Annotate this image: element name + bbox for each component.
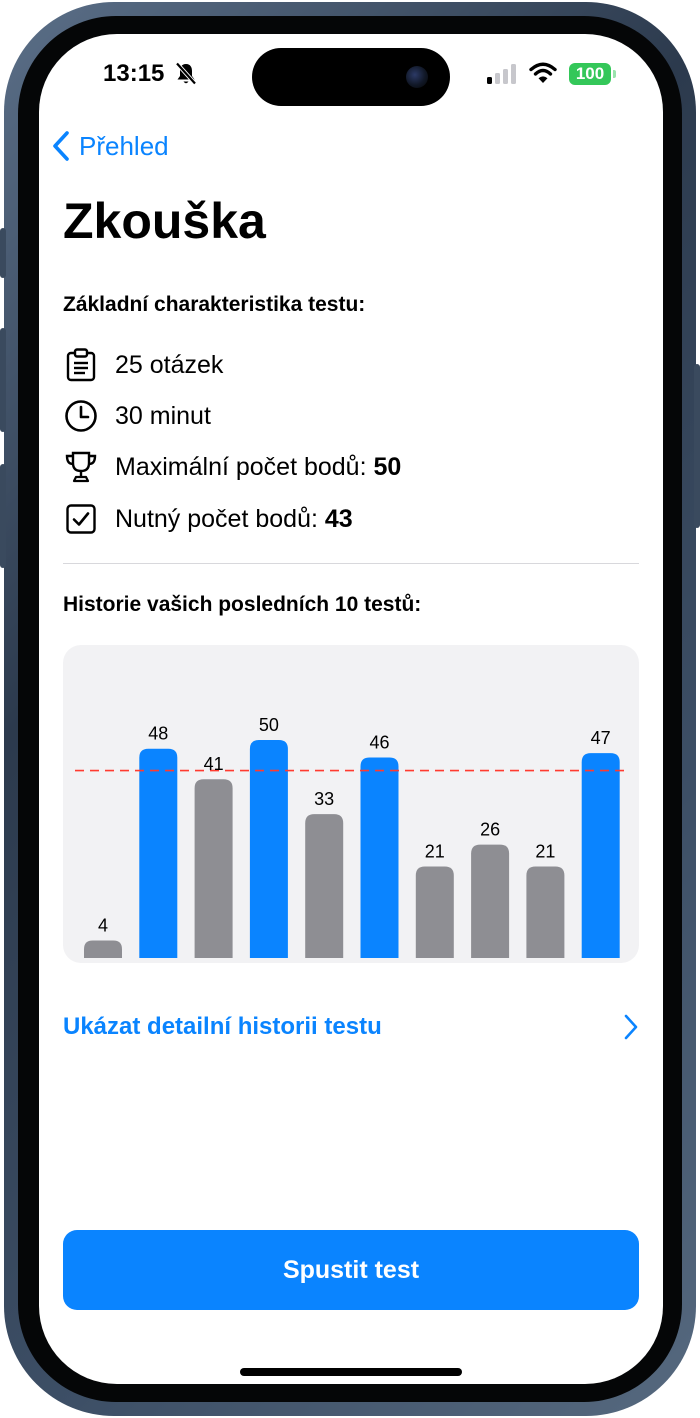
history-chart-svg: 4 48 41 50 33 46 21 26 21 47 bbox=[75, 715, 625, 958]
clipboard-icon bbox=[63, 347, 99, 383]
bar-value-label: 47 bbox=[591, 728, 611, 748]
required-points-text: Nutný počet bodů: 43 bbox=[115, 505, 353, 534]
detail-history-link[interactable]: Ukázat detailní historii testu bbox=[63, 1010, 639, 1044]
required-points-value: 43 bbox=[324, 504, 353, 533]
start-test-button[interactable]: Spustit test bbox=[63, 1230, 639, 1310]
max-points-text: Maximální počet bodů: 50 bbox=[115, 453, 401, 482]
characteristics-heading: Základní charakteristika testu: bbox=[63, 293, 366, 316]
dynamic-island bbox=[252, 48, 450, 106]
bar-value-label: 50 bbox=[259, 715, 279, 735]
home-indicator[interactable] bbox=[240, 1368, 462, 1376]
history-chart: 4 48 41 50 33 46 21 26 21 47 bbox=[63, 645, 639, 963]
questions-row: 25 otázek bbox=[63, 347, 223, 383]
bar-value-label: 21 bbox=[535, 841, 555, 861]
required-points-label: Nutný počet bodů: bbox=[115, 504, 318, 533]
checkbox-icon bbox=[63, 501, 99, 537]
bar-value-label: 33 bbox=[314, 789, 334, 809]
volume-down-button bbox=[0, 464, 6, 568]
clock-icon bbox=[63, 398, 99, 434]
camera-icon bbox=[406, 66, 428, 88]
battery-level: 100 bbox=[575, 64, 605, 83]
chart-bar bbox=[249, 740, 288, 958]
chart-bar bbox=[581, 753, 620, 958]
bar-value-label: 21 bbox=[425, 841, 445, 861]
back-label: Přehled bbox=[79, 130, 169, 161]
action-button bbox=[0, 228, 6, 278]
wifi-icon bbox=[529, 62, 557, 83]
detail-history-label: Ukázat detailní historii testu bbox=[63, 1013, 382, 1040]
bell-slash-icon bbox=[175, 62, 197, 85]
chevron-left-icon bbox=[53, 131, 69, 161]
max-points-label: Maximální počet bodů: bbox=[115, 452, 367, 481]
screen: 13:15 100 Přehled Zkouška Základní chara… bbox=[39, 34, 663, 1384]
chart-bar bbox=[305, 814, 344, 958]
bar-value-label: 46 bbox=[369, 732, 389, 752]
chart-bar bbox=[139, 748, 178, 958]
trophy-icon bbox=[63, 449, 99, 485]
cellular-signal-icon bbox=[487, 64, 516, 84]
questions-text: 25 otázek bbox=[115, 350, 224, 379]
bar-value-label: 26 bbox=[480, 820, 500, 840]
max-points-value: 50 bbox=[373, 452, 402, 481]
battery-cap bbox=[613, 70, 616, 78]
max-points-row: Maximální počet bodů: 50 bbox=[63, 449, 401, 485]
chart-bar bbox=[194, 779, 233, 958]
history-heading: Historie vašich posledních 10 testů: bbox=[63, 593, 422, 616]
chart-bar bbox=[360, 757, 399, 958]
status-time: 13:15 bbox=[103, 60, 165, 87]
battery-icon: 100 bbox=[569, 63, 611, 85]
chevron-right-icon bbox=[624, 1014, 638, 1040]
power-button bbox=[694, 364, 700, 528]
chart-bar bbox=[526, 866, 565, 958]
chart-bar bbox=[415, 866, 454, 958]
time-text: 30 minut bbox=[115, 401, 211, 430]
divider bbox=[63, 563, 639, 564]
required-points-row: Nutný počet bodů: 43 bbox=[63, 501, 353, 537]
chart-bar bbox=[471, 844, 510, 958]
time-row: 30 minut bbox=[63, 398, 211, 434]
bar-value-label: 4 bbox=[98, 916, 108, 936]
chart-bar bbox=[84, 940, 122, 958]
volume-up-button bbox=[0, 328, 6, 432]
back-button[interactable]: Přehled bbox=[51, 130, 169, 162]
bar-value-label: 41 bbox=[204, 754, 224, 774]
page-title: Zkouška bbox=[63, 193, 266, 249]
bar-value-label: 48 bbox=[148, 724, 168, 744]
